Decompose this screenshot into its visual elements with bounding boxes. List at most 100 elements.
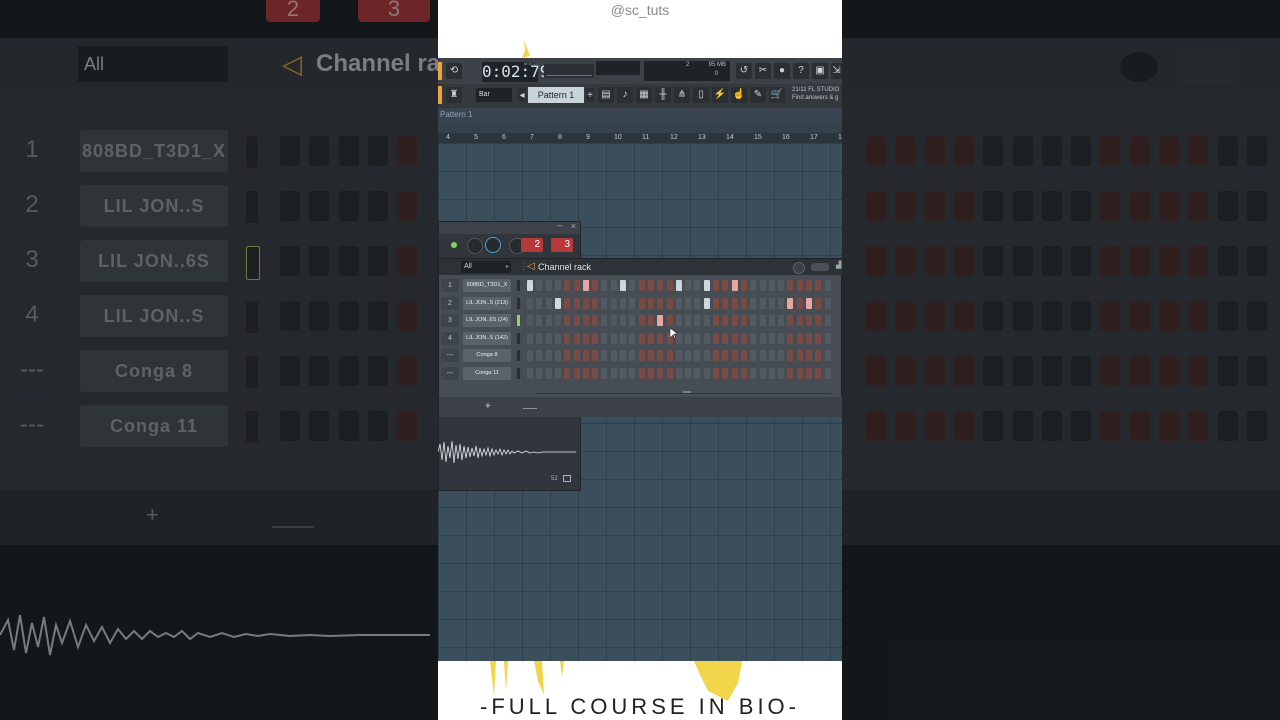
rack-resize-handle[interactable]: [523, 408, 537, 409]
step-button[interactable]: [527, 332, 533, 344]
step-button[interactable]: [536, 315, 543, 326]
step-button[interactable]: [778, 315, 785, 326]
step-button[interactable]: [768, 367, 775, 379]
master-pitch-slider[interactable]: [544, 64, 594, 78]
step-button[interactable]: [787, 315, 794, 326]
step-button[interactable]: [573, 367, 580, 379]
step-button[interactable]: [675, 350, 682, 361]
step-button[interactable]: [778, 367, 785, 379]
step-button[interactable]: [713, 332, 719, 344]
step-button[interactable]: [647, 280, 654, 291]
step-button-on[interactable]: [703, 280, 710, 291]
step-button[interactable]: [601, 280, 608, 291]
close-icon[interactable]: ×: [571, 221, 576, 231]
channel-number[interactable]: 1: [441, 279, 459, 292]
step-button[interactable]: [592, 332, 599, 344]
step-button[interactable]: [647, 315, 654, 326]
channel-select-led[interactable]: [517, 315, 520, 326]
step-button[interactable]: [545, 297, 552, 309]
mini-window-titlebar[interactable]: – ×: [439, 220, 580, 234]
step-button[interactable]: [545, 367, 552, 379]
step-button[interactable]: [685, 280, 692, 291]
step-button[interactable]: [787, 367, 794, 379]
step-button[interactable]: [768, 280, 775, 291]
step-button[interactable]: [545, 350, 552, 361]
step-button[interactable]: [685, 315, 692, 326]
step-button[interactable]: [806, 315, 812, 326]
step-button-on[interactable]: [787, 297, 794, 309]
channel-number[interactable]: ---: [441, 366, 459, 380]
rack-graph-icon[interactable]: ▟: [836, 261, 841, 269]
step-button[interactable]: [759, 315, 766, 326]
step-button[interactable]: [796, 350, 803, 361]
step-button[interactable]: [657, 280, 664, 291]
step-button[interactable]: [768, 350, 775, 361]
channel-name-button[interactable]: Conga 8: [463, 349, 511, 362]
step-button[interactable]: [666, 315, 673, 326]
loop-icon[interactable]: ⟲: [446, 63, 462, 79]
step-button[interactable]: [778, 350, 785, 361]
playlist-ruler[interactable]: 4 5 6 7 8 9 10 11 12 13 14 15 16 17 18: [438, 133, 842, 143]
step-button[interactable]: [536, 297, 543, 309]
channel-select-led[interactable]: [517, 280, 520, 291]
step-button[interactable]: [740, 297, 747, 309]
step-button[interactable]: [778, 332, 785, 344]
step-button[interactable]: [796, 367, 803, 379]
add-channel-button[interactable]: +: [485, 397, 491, 417]
step-button[interactable]: [536, 367, 543, 379]
step-button[interactable]: [638, 280, 645, 291]
mic-icon[interactable]: ●: [774, 63, 790, 79]
step-button[interactable]: [787, 280, 794, 291]
step-button[interactable]: [629, 315, 636, 326]
step-button[interactable]: [750, 367, 757, 379]
step-button[interactable]: [592, 280, 599, 291]
step-button[interactable]: [815, 280, 822, 291]
step-button[interactable]: [582, 315, 589, 326]
step-button[interactable]: [750, 280, 757, 291]
step-button-on[interactable]: [657, 315, 664, 326]
pan-knob-icon[interactable]: [485, 237, 501, 253]
step-button[interactable]: [675, 367, 682, 379]
step-button[interactable]: [601, 367, 608, 379]
step-button[interactable]: [824, 297, 831, 309]
tools-icon[interactable]: ✎: [750, 87, 766, 103]
undo-icon[interactable]: ↺: [736, 63, 752, 79]
channel-filter-dropdown[interactable]: All ▸: [461, 261, 511, 273]
step-button[interactable]: [731, 297, 738, 309]
step-button[interactable]: [722, 367, 729, 379]
channel-name-button[interactable]: LIL JON..S (142): [463, 331, 511, 345]
step-button[interactable]: [620, 367, 626, 379]
step-button[interactable]: [601, 332, 608, 344]
step-button[interactable]: [638, 367, 645, 379]
step-button[interactable]: [815, 315, 822, 326]
step-button[interactable]: [778, 280, 785, 291]
step-button[interactable]: [824, 280, 831, 291]
step-button[interactable]: [666, 280, 673, 291]
channel-name-button[interactable]: LIL JON..6S (24): [463, 314, 511, 327]
step-button[interactable]: [657, 350, 664, 361]
step-button[interactable]: [713, 280, 719, 291]
step-button[interactable]: [694, 350, 701, 361]
step-button[interactable]: [722, 332, 729, 344]
step-button[interactable]: [582, 297, 589, 309]
pattern-prev-icon[interactable]: ◂: [518, 88, 526, 102]
swing-knob-icon[interactable]: [793, 262, 805, 274]
step-button[interactable]: [787, 332, 794, 344]
step-button[interactable]: [601, 315, 608, 326]
channel-select-led[interactable]: [517, 367, 520, 379]
step-button[interactable]: [647, 367, 654, 379]
step-button[interactable]: [610, 350, 617, 361]
trash-icon[interactable]: [563, 475, 571, 482]
export-icon[interactable]: ⇲: [831, 63, 842, 79]
step-button[interactable]: [778, 297, 785, 309]
step-button[interactable]: [582, 332, 589, 344]
mixer-icon[interactable]: ╫: [655, 87, 671, 103]
step-button[interactable]: [527, 315, 533, 326]
step-button[interactable]: [731, 332, 738, 344]
step-button[interactable]: [545, 332, 552, 344]
step-button[interactable]: [554, 350, 561, 361]
step-button[interactable]: [694, 297, 701, 309]
step-button[interactable]: [750, 297, 757, 309]
channel-name-button[interactable]: LIL JON..S (213): [463, 296, 511, 310]
step-button[interactable]: [787, 350, 794, 361]
